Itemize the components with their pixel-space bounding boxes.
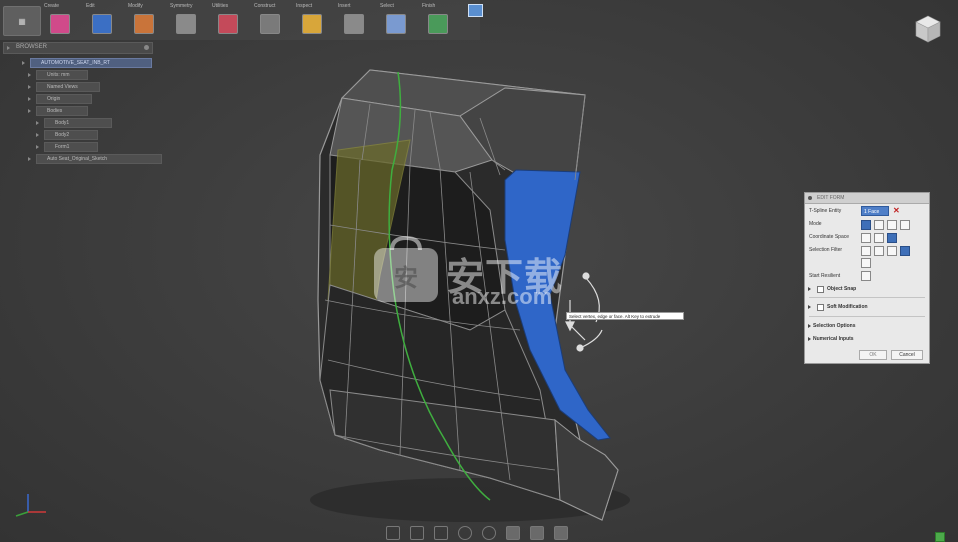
display-settings-icon[interactable] [506,526,520,540]
browser-node[interactable]: Units: mm [36,70,88,80]
toolbar-tab-label[interactable]: Edit [86,3,95,9]
modify-icon[interactable] [134,14,154,34]
edit-form-header[interactable]: EDIT FORM [805,193,929,204]
zoom-icon[interactable] [458,526,472,540]
insert-icon[interactable] [344,14,364,34]
browser-node[interactable]: Body2 [44,130,98,140]
watermark-url: anxz.com [452,284,553,309]
viewcube[interactable] [912,12,944,44]
create-form-icon[interactable] [50,14,70,34]
scale-mode-icon[interactable] [900,220,910,230]
selection-options-label[interactable]: Selection Options [813,323,856,329]
workspace-switcher[interactable]: ▦ [3,6,41,36]
divider [809,297,925,298]
comment-icon[interactable] [468,4,483,17]
browser-node[interactable]: Bodies [36,106,88,116]
expand-icon[interactable] [28,85,31,89]
expand-icon[interactable] [36,145,39,149]
pan-icon[interactable] [434,526,448,540]
orbit-icon[interactable] [386,526,400,540]
toolbar-tab-label[interactable]: Select [380,3,394,9]
expand-icon[interactable] [28,97,31,101]
toolbar-tab-label[interactable]: Insert [338,3,351,9]
browser-title: BROWSER [16,44,48,50]
rotate-mode-icon[interactable] [887,220,897,230]
selection-tooltip: Select vertex, edge or face. Alt Key to … [566,312,684,320]
numerical-inputs-label[interactable]: Numerical Inputs [813,336,854,342]
symmetry-icon[interactable] [176,14,196,34]
expand-icon[interactable] [808,324,811,328]
divider [809,316,925,317]
tspline-entity-label: T-Spline Entity [809,208,842,214]
world-space-icon[interactable] [861,233,871,243]
all-filter-icon[interactable] [861,258,871,268]
watermark-bag-icon: 安 [374,235,438,302]
browser-node[interactable]: Form1 [44,142,98,152]
tspline-form-icon: ▦ [18,16,26,26]
select-icon[interactable] [386,14,406,34]
inspect-icon[interactable] [302,14,322,34]
expand-icon[interactable] [36,121,39,125]
toolbar-tab-label[interactable]: Symmetry [170,3,193,9]
toolbar-tab-label[interactable]: Construct [254,3,275,9]
browser-header[interactable]: BROWSER [3,42,153,54]
grid-settings-icon[interactable] [530,526,544,540]
expand-icon[interactable] [22,61,25,65]
translate-mode-icon[interactable] [874,220,884,230]
edit-form-title: EDIT FORM [817,195,845,201]
edge-filter-icon[interactable] [874,246,884,256]
coordinate-space-label: Coordinate Space [809,234,850,240]
resilient-icon[interactable] [861,271,871,281]
utilities-icon[interactable] [218,14,238,34]
view-space-icon[interactable] [874,233,884,243]
look-at-icon[interactable] [410,526,424,540]
local-space-icon[interactable] [887,233,897,243]
entity-selector[interactable]: 1 Face [861,206,889,216]
expand-icon[interactable] [36,133,39,137]
axis-triad [15,494,46,517]
svg-text:安: 安 [394,264,418,292]
soft-modification-label: Soft Modification [827,304,868,310]
cancel-button[interactable]: Cancel [891,350,923,360]
object-snap-label: Object Snap [827,286,857,292]
toolbar-tab-label[interactable]: Finish [422,3,435,9]
face-filter-icon[interactable] [887,246,897,256]
status-icon[interactable] [935,532,945,542]
clear-selection-icon[interactable]: ✕ [893,206,900,215]
expand-icon[interactable] [808,287,811,291]
vertex-filter-icon[interactable] [861,246,871,256]
toolbar-tab-label[interactable]: Create [44,3,59,9]
body-filter-icon[interactable] [900,246,910,256]
browser-node[interactable]: Auto Seat_Original_Sketch [36,154,162,164]
expand-icon[interactable] [28,73,31,77]
object-snap-checkbox[interactable] [817,286,824,293]
edit-form-dialog: EDIT FORM T-Spline Entity 1 Face ✕ Mode … [804,192,930,364]
dialog-menu-icon[interactable] [808,196,812,200]
pin-icon[interactable] [144,45,149,50]
finish-form-icon[interactable] [428,14,448,34]
toolbar-tab-label[interactable]: Utilities [212,3,228,9]
construct-icon[interactable] [260,14,280,34]
multi-mode-icon[interactable] [861,220,871,230]
expand-icon[interactable] [28,157,31,161]
expand-icon[interactable] [28,109,31,113]
expand-icon[interactable] [808,337,811,341]
soft-modification-checkbox[interactable] [817,304,824,311]
selection-filter-label: Selection Filter [809,247,843,253]
toolbar-tab-label[interactable]: Inspect [296,3,312,9]
browser-node[interactable]: Body1 [44,118,112,128]
viewports-icon[interactable] [554,526,568,540]
start-resilient-label: Start Resilient [809,273,841,279]
toolbar-tab-label[interactable]: Modify [128,3,143,9]
edit-form-icon[interactable] [92,14,112,34]
ok-button[interactable]: OK [859,350,887,360]
browser-node[interactable]: AUTOMOTIVE_SEAT_INB_RT [30,58,152,68]
mode-label: Mode [809,221,822,227]
toolbar: ▦ Create Edit Modify Symmetry Utilities Const… [0,0,483,40]
collapse-icon[interactable] [7,46,10,50]
browser-node[interactable]: Named Views [36,82,100,92]
expand-icon[interactable] [808,305,811,309]
browser-node[interactable]: Origin [36,94,92,104]
fit-icon[interactable] [482,526,496,540]
